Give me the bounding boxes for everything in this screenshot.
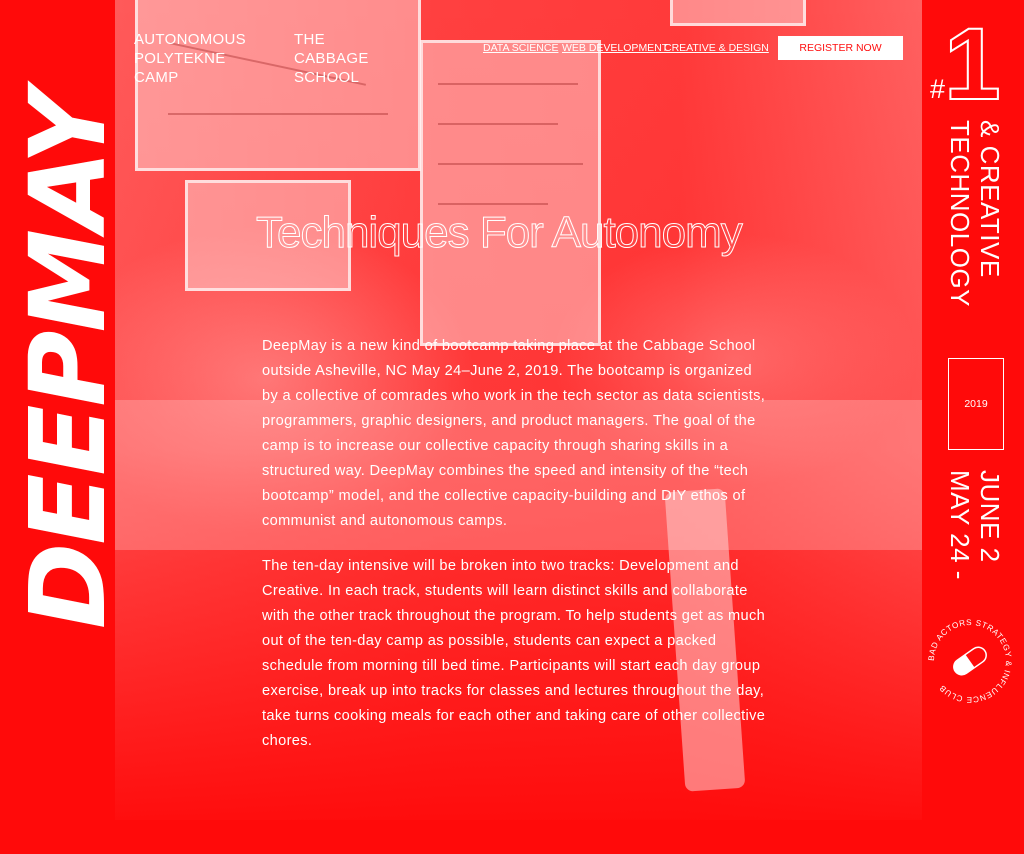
event-dates: MAY 24 - JUNE 2 bbox=[944, 470, 1006, 590]
photo-monitor-right bbox=[420, 40, 601, 346]
nav-link-data-science[interactable]: DATA SCIENCE bbox=[483, 42, 558, 54]
register-now-button[interactable]: REGISTER NOW bbox=[778, 36, 903, 60]
logo-wordmark: DEEPMAY bbox=[6, 91, 129, 629]
intro-paragraph: DeepMay is a new kind of bootcamp taking… bbox=[262, 338, 766, 529]
edition-number: 1 bbox=[943, 7, 1002, 121]
photo-frame-top bbox=[670, 0, 806, 26]
intro-text: DeepMay is a new kind of bootcamp taking… bbox=[262, 334, 767, 774]
tagline-line-creative: & CREATIVE bbox=[975, 120, 1005, 278]
brand-line: SCHOOL bbox=[294, 69, 360, 86]
brand-cabbage-school[interactable]: THE CABBAGE SCHOOL bbox=[294, 30, 369, 87]
tagline: TECHNOLOGY & CREATIVE bbox=[944, 120, 1006, 310]
brand-autonomous-polytekne-camp[interactable]: AUTONOMOUS POLYTEKNE CAMP bbox=[134, 30, 246, 87]
brand-line: CABBAGE bbox=[294, 50, 369, 67]
year-label: 2019 bbox=[964, 398, 988, 410]
hash-symbol: # bbox=[930, 74, 946, 104]
pill-icon: BAD ACTORS STRATEGY & INFLUENCE CLUB bbox=[927, 618, 1013, 704]
nav-link-web-development[interactable]: WEB DEVELOPMENT bbox=[562, 42, 668, 54]
tracks-paragraph: The ten-day intensive will be broken int… bbox=[262, 558, 766, 749]
deepmay-logo[interactable]: DEEPMAY bbox=[7, 20, 129, 700]
page-title: Techniques For Autonomy bbox=[256, 208, 744, 258]
brand-line: AUTONOMOUS bbox=[134, 31, 246, 48]
tagline-line-technology: TECHNOLOGY bbox=[945, 120, 975, 308]
year-badge: 2019 bbox=[948, 358, 1004, 450]
dates-line-june: JUNE 2 bbox=[975, 470, 1005, 563]
nav-link-creative-design[interactable]: CREATIVE & DESIGN bbox=[664, 42, 769, 54]
brand-line: POLYTEKNE bbox=[134, 50, 226, 67]
brand-line: THE bbox=[294, 31, 325, 48]
dates-line-may: MAY 24 - bbox=[945, 470, 975, 580]
bad-actors-club-badge[interactable]: BAD ACTORS STRATEGY & INFLUENCE CLUB bbox=[924, 615, 1016, 707]
brand-line: CAMP bbox=[134, 69, 179, 86]
page-frame: DEEPMAY AUTONOMOUS POLYTEKNE CAMP THE CA… bbox=[0, 0, 1024, 854]
